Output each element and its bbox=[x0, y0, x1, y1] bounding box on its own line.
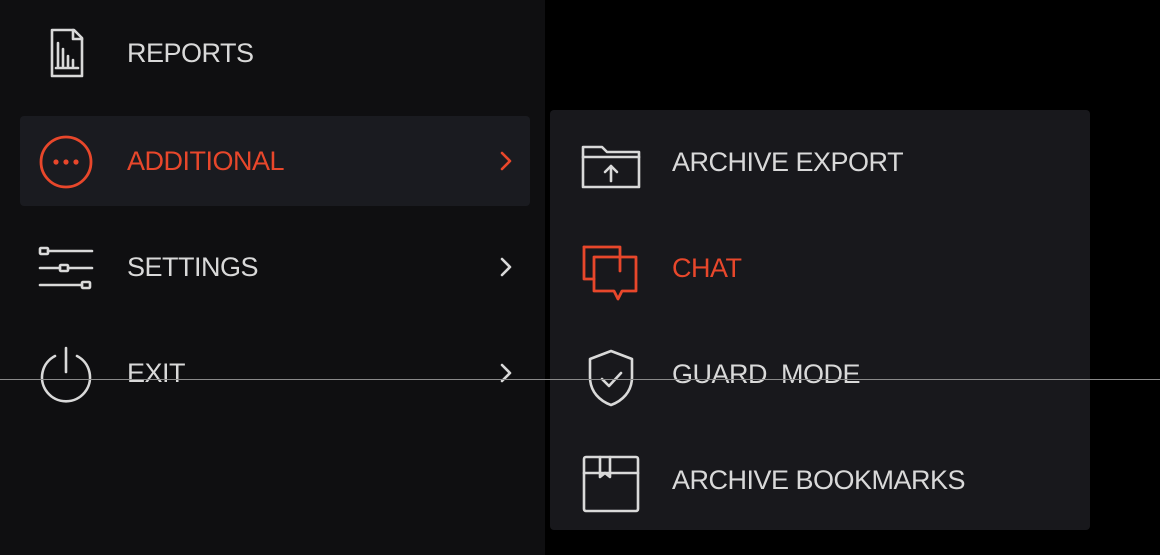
submenu-label-archive-bookmarks: ARCHIVE BOOKMARKS bbox=[672, 465, 966, 495]
folder-upload-icon bbox=[580, 135, 642, 197]
chevron-right-icon bbox=[492, 252, 522, 282]
submenu-label-chat: CHAT bbox=[672, 253, 742, 283]
menu-item-reports[interactable]: REPORTS bbox=[20, 8, 530, 98]
menu-label-exit: EXIT bbox=[127, 358, 186, 388]
chat-bubbles-icon bbox=[580, 241, 642, 303]
menu-label-reports: REPORTS bbox=[127, 38, 254, 68]
sliders-icon bbox=[36, 238, 96, 298]
main-menu: REPORTS ADDITIONAL SETTINGS EXIT bbox=[0, 0, 545, 555]
submenu-item-archive-bookmarks[interactable]: ARCHIVE BOOKMARKS bbox=[550, 428, 1090, 528]
report-document-icon bbox=[36, 24, 96, 84]
chevron-right-icon bbox=[492, 358, 522, 388]
submenu-label-guard-mode: GUARD MODE bbox=[672, 359, 861, 389]
more-dots-circle-icon bbox=[36, 132, 96, 192]
bookmark-book-icon bbox=[580, 453, 642, 515]
chevron-right-icon bbox=[492, 146, 522, 176]
screen: REPORTS ADDITIONAL SETTINGS EXIT ARCHIVE… bbox=[0, 0, 1160, 555]
submenu-label-archive-export: ARCHIVE EXPORT bbox=[672, 147, 904, 177]
shield-check-icon bbox=[580, 347, 642, 409]
submenu-item-chat[interactable]: CHAT bbox=[550, 216, 1090, 316]
menu-label-additional: ADDITIONAL bbox=[127, 146, 285, 176]
submenu-item-archive-export[interactable]: ARCHIVE EXPORT bbox=[550, 110, 1090, 210]
submenu-item-guard-mode[interactable]: GUARD MODE bbox=[550, 322, 1090, 422]
menu-item-settings[interactable]: SETTINGS bbox=[20, 222, 530, 312]
menu-item-additional[interactable]: ADDITIONAL bbox=[20, 116, 530, 206]
power-icon bbox=[36, 344, 96, 404]
menu-item-exit[interactable]: EXIT bbox=[20, 328, 530, 418]
menu-label-settings: SETTINGS bbox=[127, 252, 259, 282]
additional-submenu: ARCHIVE EXPORT CHAT GUARD MODE ARCHIVE B… bbox=[550, 110, 1090, 530]
